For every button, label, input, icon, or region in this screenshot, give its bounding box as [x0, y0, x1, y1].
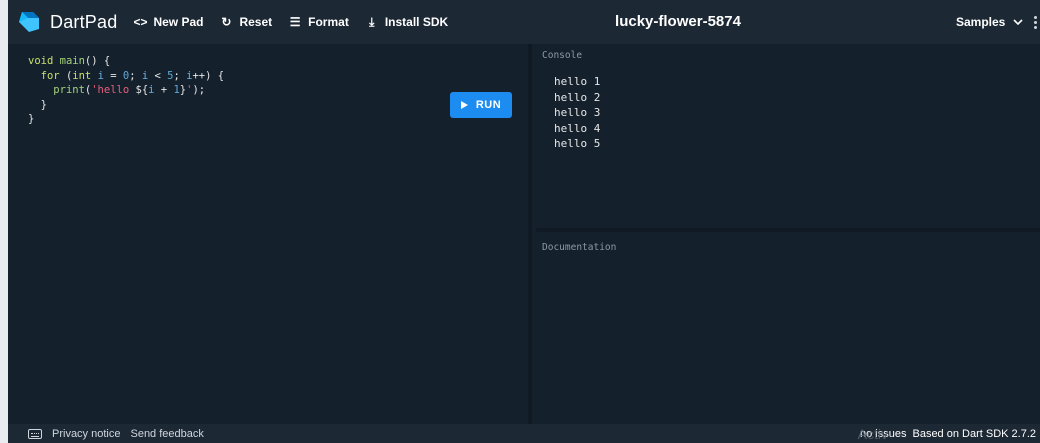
- samples-label: Samples: [956, 15, 1006, 29]
- chevron-down-icon: [1013, 19, 1023, 26]
- keyboard-icon[interactable]: [28, 428, 42, 439]
- new-pad-label: New Pad: [153, 15, 204, 29]
- run-label: RUN: [475, 99, 502, 111]
- format-align-icon: ☰: [289, 15, 301, 29]
- app-header: DartPad <> New Pad ↻ Reset ☰ Format ⤓ In…: [8, 0, 1040, 44]
- play-icon: [460, 101, 468, 109]
- reset-label: Reset: [239, 15, 273, 29]
- console-output: hello 1 hello 2 hello 3 hello 4 hello 5: [554, 74, 600, 152]
- console-line: hello 4: [554, 121, 601, 135]
- dartpad-app: DartPad <> New Pad ↻ Reset ☰ Format ⤓ In…: [8, 0, 1040, 443]
- app-footer: Privacy notice Send feedback Activ no is…: [8, 424, 1040, 443]
- code-content[interactable]: void main() { for (int i = 0; i < 5; i++…: [28, 54, 224, 127]
- documentation-label: Documentation: [542, 242, 617, 253]
- samples-dropdown[interactable]: Samples: [956, 0, 1023, 44]
- refresh-icon: ↻: [221, 15, 232, 29]
- more-menu-icon[interactable]: [1034, 16, 1038, 30]
- run-button[interactable]: RUN: [450, 92, 512, 118]
- privacy-notice-link[interactable]: Privacy notice: [52, 428, 120, 440]
- console-line: hello 1: [554, 75, 601, 88]
- brand[interactable]: DartPad: [16, 9, 117, 35]
- install-sdk-label: Install SDK: [384, 15, 449, 29]
- activation-watermark: Activ: [857, 425, 888, 442]
- footer-status: Activ no issues Based on Dart SDK 2.7.2: [858, 424, 1036, 443]
- new-pad-button[interactable]: <> New Pad: [133, 15, 203, 29]
- download-icon: ⤓: [369, 14, 375, 29]
- documentation-pane: Documentation: [536, 236, 1040, 424]
- format-label: Format: [308, 15, 349, 29]
- pad-title[interactable]: lucky-flower-5874: [578, 0, 778, 44]
- code-brackets-icon: <>: [133, 15, 148, 29]
- format-button[interactable]: ☰ Format: [288, 15, 349, 29]
- console-label: Console: [542, 50, 583, 61]
- dart-logo-icon: [19, 12, 39, 32]
- sdk-version: Based on Dart SDK 2.7.2: [912, 427, 1036, 440]
- console-line: hello 2: [554, 90, 601, 104]
- console-line: hello 3: [554, 106, 601, 120]
- console-line: hello 5: [554, 137, 601, 151]
- install-sdk-button[interactable]: ⤓ Install SDK: [365, 14, 449, 30]
- send-feedback-link[interactable]: Send feedback: [130, 428, 203, 440]
- console-pane: Console hello 1 hello 2 hello 3 hello 4 …: [536, 44, 1040, 232]
- reset-button[interactable]: ↻ Reset: [219, 15, 272, 29]
- toolbar: <> New Pad ↻ Reset ☰ Format ⤓ Install SD…: [133, 14, 464, 30]
- code-editor[interactable]: void main() { for (int i = 0; i < 5; i++…: [8, 44, 532, 424]
- brand-name: DartPad: [50, 11, 118, 32]
